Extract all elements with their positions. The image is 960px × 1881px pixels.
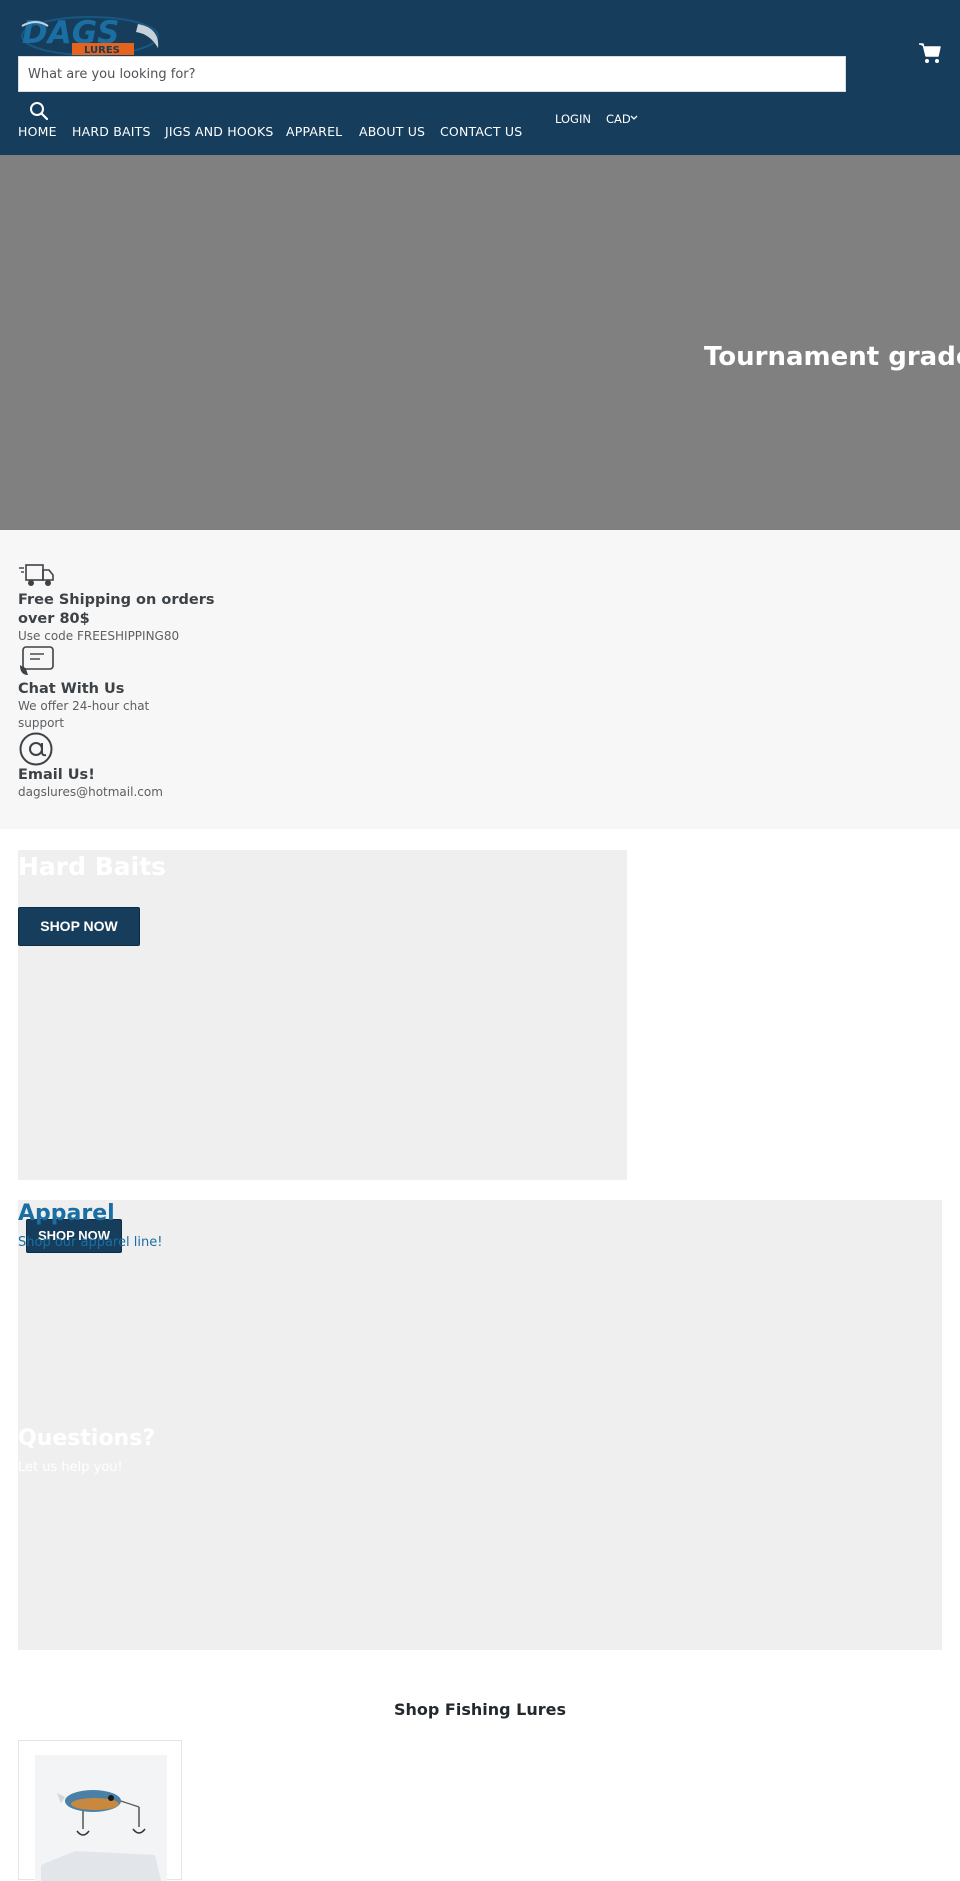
- feature-title-shipping: Free Shipping on orders over 80$: [18, 592, 215, 627]
- currency-selector[interactable]: CAD: [606, 110, 638, 126]
- login-link[interactable]: LOGIN: [555, 112, 591, 126]
- search-button[interactable]: [28, 100, 50, 122]
- feature-title-chat: Chat With Us: [18, 681, 125, 697]
- search-input[interactable]: [18, 56, 846, 92]
- feature-text-email[interactable]: dagslures@hotmail.com: [18, 784, 250, 801]
- nav-jigs-and-hooks[interactable]: JIGS AND HOOKS: [165, 124, 273, 139]
- cart-icon: [919, 43, 941, 63]
- dags-lures-logo[interactable]: DAGS LURES: [18, 12, 170, 58]
- promo-apparel-title: Apparel: [18, 1201, 115, 1226]
- products-section-title: Shop Fishing Lures: [393, 1700, 566, 1719]
- search-icon: [30, 102, 49, 121]
- hard-baits-shop-now-button[interactable]: SHOP NOW: [18, 907, 140, 946]
- promo-jigs-title: Jigs and Hooks: [18, 1181, 160, 1201]
- fishing-lure-image: [35, 1755, 167, 1881]
- hero-banner[interactable]: Tournament grade: [0, 155, 960, 530]
- promo-questions-text: Let us help you!: [18, 1460, 123, 1475]
- nav-apparel[interactable]: APPAREL: [286, 124, 342, 139]
- nav-about-us[interactable]: ABOUT US: [359, 124, 425, 139]
- promo-apparel-text: Shop our apparel line!: [18, 1235, 163, 1250]
- at-sign-icon: [19, 732, 53, 766]
- promo-hard-baits-title: Hard Baits: [18, 852, 167, 881]
- promo-apparel[interactable]: [18, 1200, 942, 1650]
- currency-label: CAD: [606, 112, 630, 126]
- promo-questions-title: Questions?: [18, 1426, 156, 1451]
- cart-button[interactable]: [918, 41, 942, 65]
- truck-icon: [19, 564, 54, 586]
- chat-icon: [20, 646, 54, 675]
- nav-hard-baits[interactable]: HARD BAITS: [72, 124, 151, 139]
- feature-text-chat: We offer 24-hour chat support: [18, 699, 150, 730]
- hero-title: Tournament grade: [704, 342, 960, 372]
- feature-text-shipping: Use code FREESHIPPING80: [18, 629, 180, 643]
- product-card[interactable]: [18, 1740, 182, 1881]
- nav-contact-us[interactable]: CONTACT US: [440, 124, 522, 139]
- chevron-down-icon: [630, 115, 638, 120]
- nav-home[interactable]: HOME: [18, 124, 57, 139]
- feature-title-email: Email Us!: [18, 767, 95, 783]
- promo-hard-baits[interactable]: [18, 850, 627, 1180]
- svg-text:LURES: LURES: [84, 45, 120, 56]
